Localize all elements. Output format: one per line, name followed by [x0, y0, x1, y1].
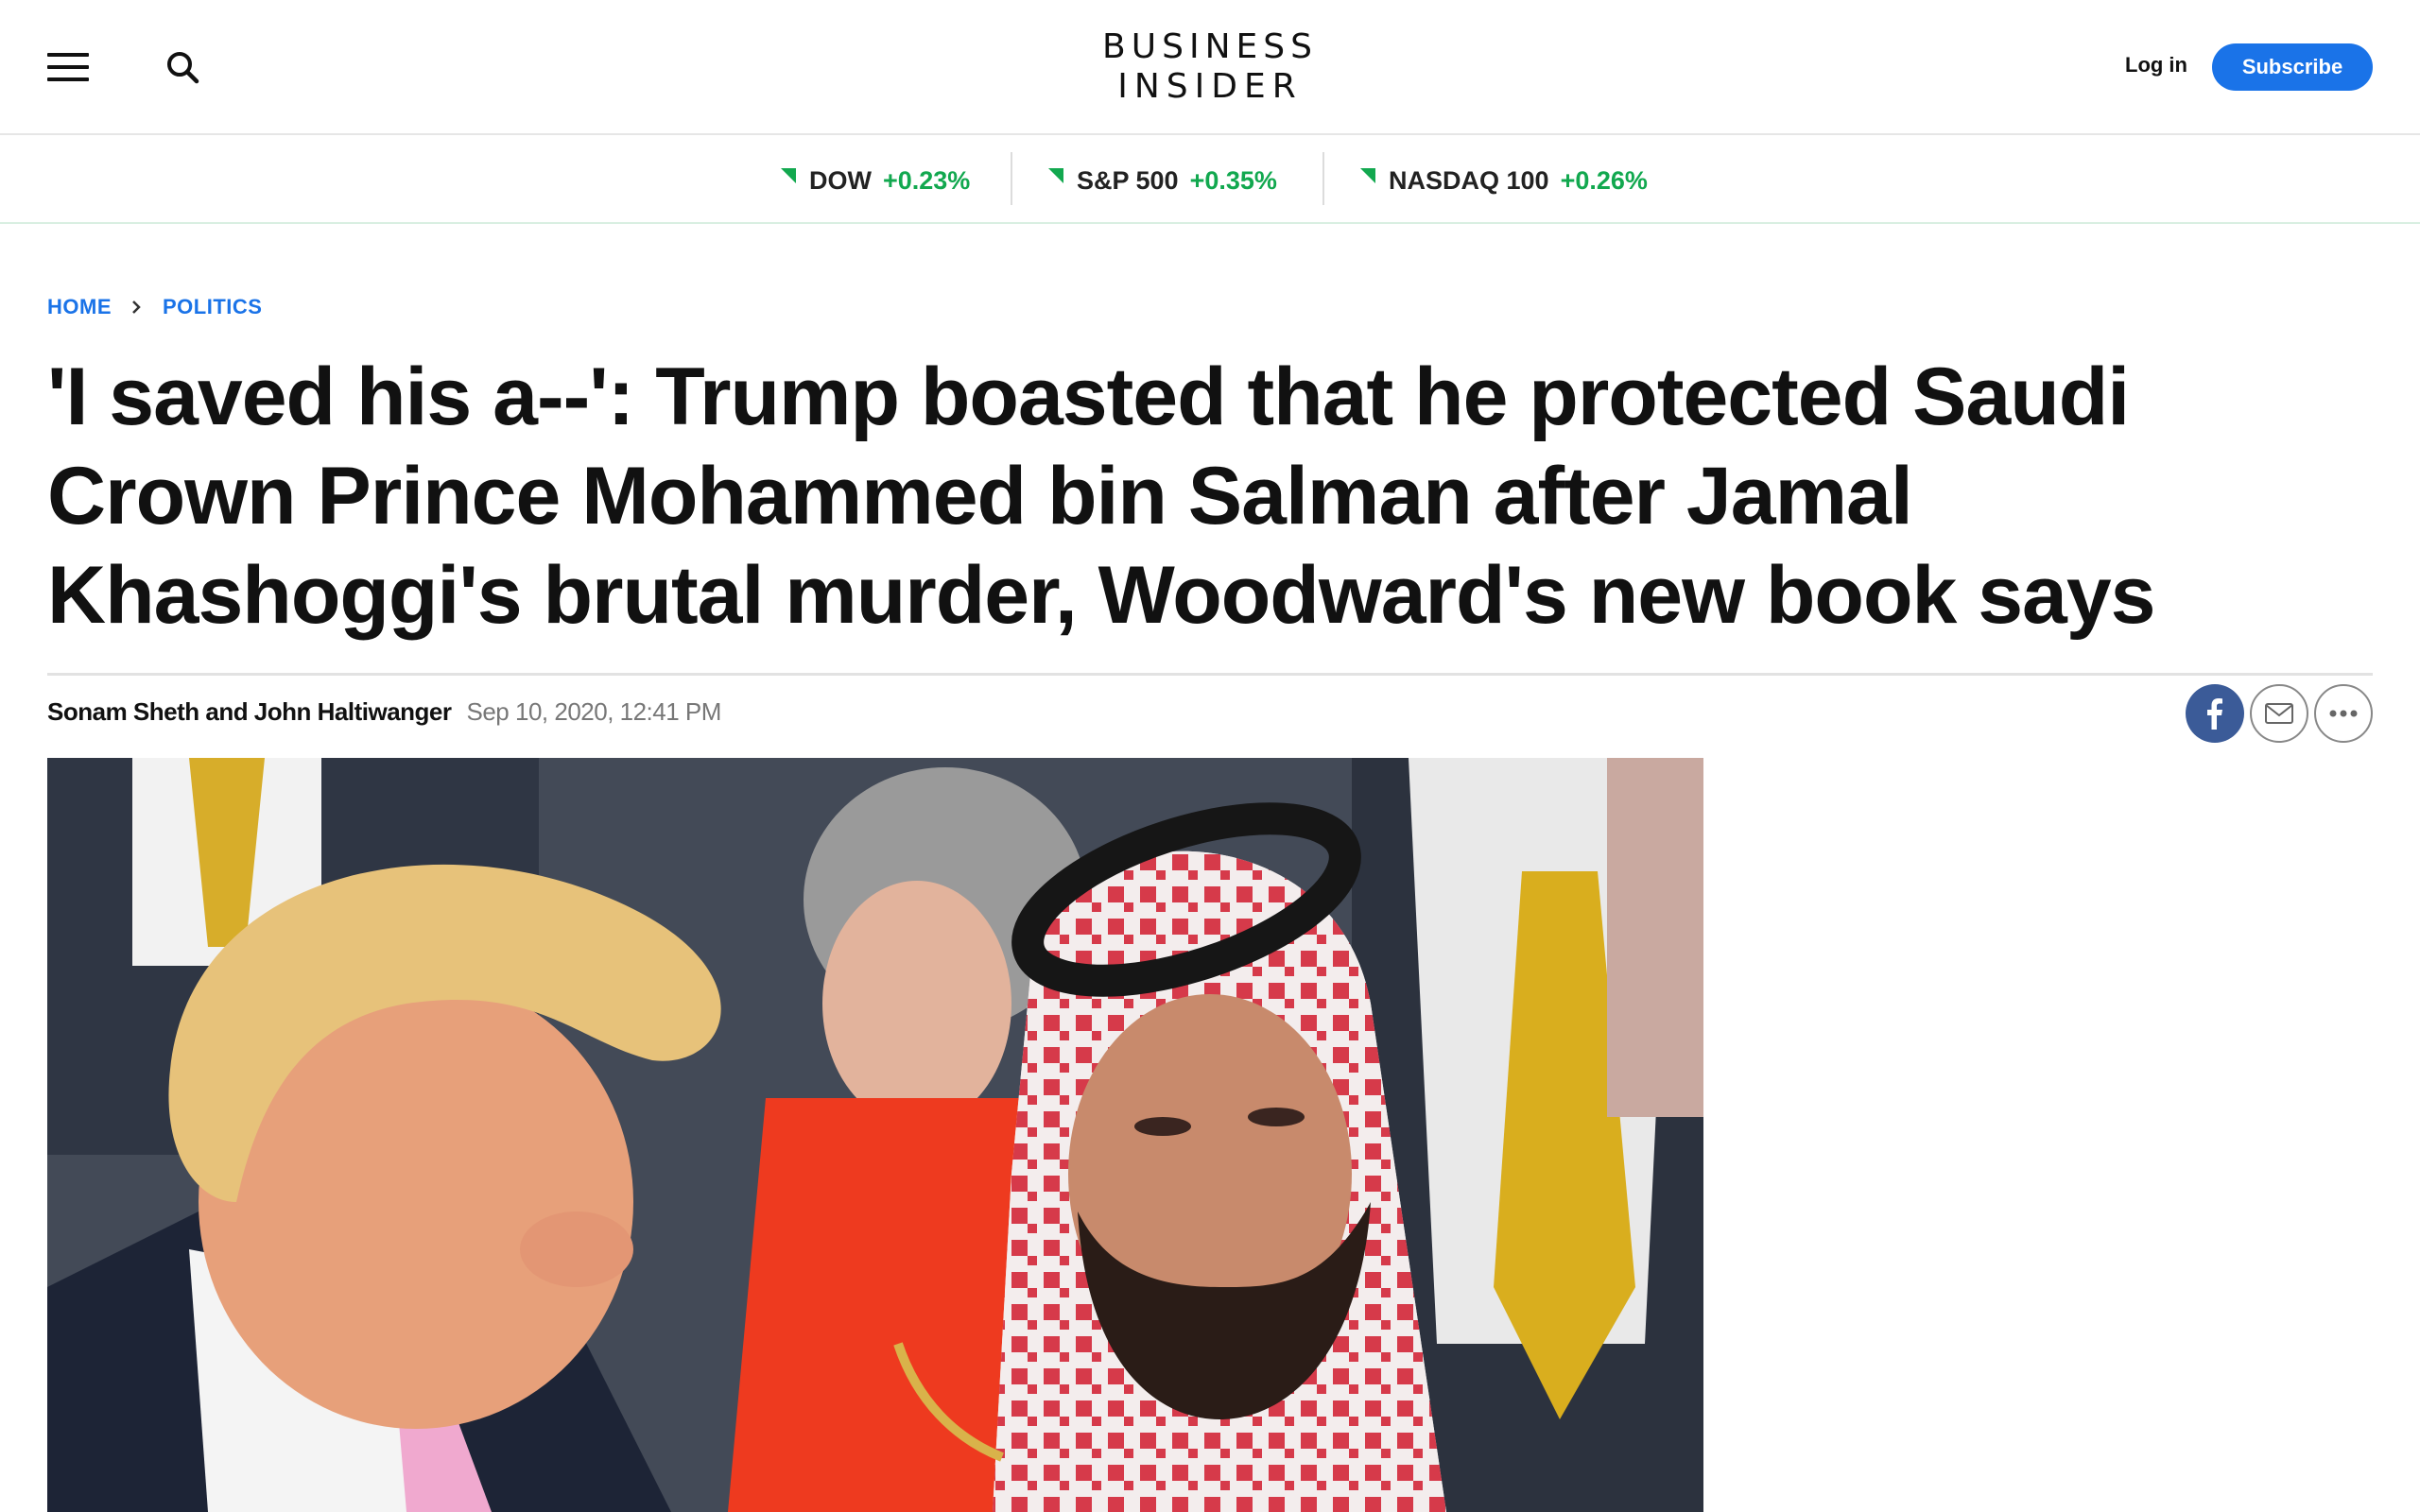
article-headline: 'I saved his a--': Trump boasted that he… — [47, 352, 2156, 641]
ticker-name: NASDAQ 100 — [1389, 165, 1549, 195]
ticker-nasdaq100[interactable]: NASDAQ 100 +0.26% — [1360, 137, 1648, 224]
ticker-divider — [1011, 152, 1012, 205]
business-insider-logo[interactable]: BUSINESS INSIDER — [1068, 30, 1352, 104]
more-share-button[interactable] — [2314, 684, 2373, 743]
article-date: Sep 10, 2020, 12:41 PM — [466, 697, 722, 726]
facebook-share-button[interactable] — [2186, 684, 2244, 743]
headline-divider — [47, 673, 2373, 676]
search-icon[interactable] — [164, 49, 202, 87]
ticker-divider — [1322, 152, 1324, 205]
subscribe-button[interactable]: Subscribe — [2212, 43, 2373, 91]
facebook-icon — [2207, 698, 2222, 730]
byline: Sonam Sheth and John Haltiwanger Sep 10,… — [47, 697, 721, 727]
chevron-right-icon — [132, 301, 141, 314]
ticker-change: +0.35% — [1189, 165, 1277, 195]
email-icon — [2265, 703, 2293, 724]
article-authors[interactable]: Sonam Sheth and John Haltiwanger — [47, 697, 452, 727]
more-options-icon — [2329, 710, 2358, 717]
up-arrow-icon — [781, 168, 796, 183]
markets-ticker-bar: DOW +0.23% S&P 500 +0.35% NASDAQ 100 +0.… — [0, 137, 2420, 224]
email-share-button[interactable] — [2250, 684, 2308, 743]
hero-photo-illustration — [47, 758, 1703, 1512]
up-arrow-icon — [1360, 168, 1375, 183]
login-link[interactable]: Log in — [2125, 53, 2187, 77]
ticker-sp500[interactable]: S&P 500 +0.35% — [1048, 137, 1277, 224]
ticker-name: DOW — [809, 165, 872, 195]
logo-line1: BUSINESS — [1102, 27, 1318, 66]
article-hero-image — [47, 758, 1703, 1512]
ticker-name: S&P 500 — [1077, 165, 1179, 195]
hamburger-menu-icon[interactable] — [47, 51, 93, 83]
ticker-dow[interactable]: DOW +0.23% — [781, 137, 970, 224]
up-arrow-icon — [1048, 168, 1063, 183]
ticker-change: +0.26% — [1560, 165, 1648, 195]
breadcrumb-politics[interactable]: POLITICS — [163, 295, 262, 319]
ticker-change: +0.23% — [882, 165, 971, 195]
logo-line2: INSIDER — [1117, 67, 1303, 106]
site-header: BUSINESS INSIDER Log in Subscribe — [0, 0, 2420, 135]
breadcrumb-home[interactable]: HOME — [47, 295, 112, 319]
breadcrumb: HOME POLITICS — [47, 295, 262, 319]
